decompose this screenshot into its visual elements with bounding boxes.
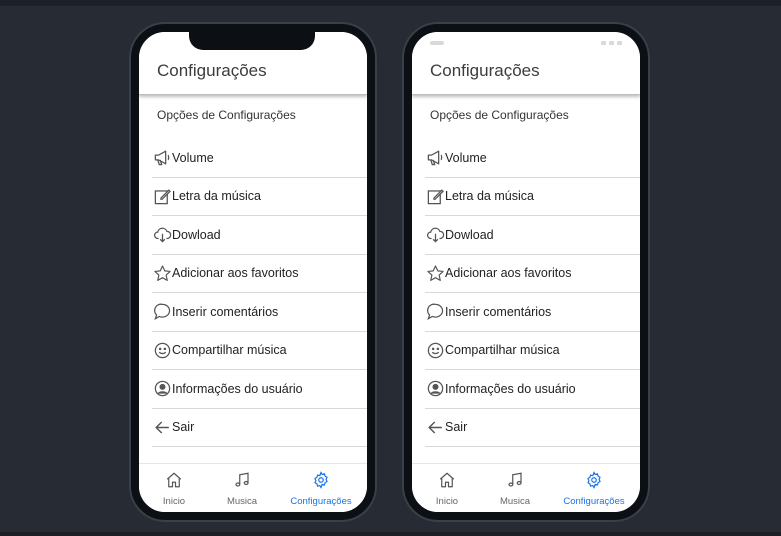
menu-item-label: Letra da música bbox=[445, 189, 534, 204]
smile-icon bbox=[425, 340, 445, 360]
top-band bbox=[0, 0, 781, 6]
tab-label: Musica bbox=[226, 496, 258, 507]
menu-item-user-info[interactable]: Informações do usuário bbox=[425, 370, 640, 409]
section-title: Opções de Configurações bbox=[157, 108, 296, 122]
cloud-download-icon bbox=[425, 225, 445, 245]
cloud-download-icon bbox=[152, 225, 172, 245]
home-icon bbox=[165, 471, 183, 494]
home-icon bbox=[438, 471, 456, 494]
menu-item-label: Inserir comentários bbox=[445, 304, 552, 319]
phone-notch bbox=[189, 32, 315, 50]
tab-inicio[interactable]: Inicio bbox=[139, 464, 209, 512]
page-title: Configurações bbox=[157, 61, 267, 80]
page-title: Configurações bbox=[430, 61, 540, 80]
menu-item-label: Sair bbox=[172, 420, 195, 435]
menu-item-label: Letra da música bbox=[172, 189, 261, 204]
edit-icon bbox=[425, 186, 445, 206]
bottom-tab-bar: Inicio Musica Configurações bbox=[139, 463, 367, 512]
arrow-left-icon bbox=[152, 417, 172, 437]
tab-musica[interactable]: Musica bbox=[482, 464, 548, 512]
status-indicator bbox=[430, 41, 444, 45]
user-circle-icon bbox=[425, 379, 445, 399]
bottom-tab-bar: Inicio Musica Configurações bbox=[412, 463, 640, 512]
tab-configuracoes[interactable]: Configurações bbox=[548, 464, 640, 512]
megaphone-icon bbox=[425, 148, 445, 168]
gear-icon bbox=[585, 471, 603, 494]
menu-item-label: Volume bbox=[172, 150, 214, 165]
menu-item-label: Adicionar aos favoritos bbox=[445, 266, 572, 281]
menu-item-volume[interactable]: Volume bbox=[425, 139, 640, 178]
menu-item-label: Compartilhar música bbox=[445, 343, 560, 358]
menu-item-label: Inserir comentários bbox=[172, 304, 279, 319]
menu-item-favorites[interactable]: Adicionar aos favoritos bbox=[152, 255, 367, 293]
gear-icon bbox=[312, 471, 330, 494]
settings-menu: Volume Letra da música Dowload Adicionar… bbox=[425, 139, 640, 447]
megaphone-icon bbox=[152, 148, 172, 168]
menu-item-comments[interactable]: Inserir comentários bbox=[425, 293, 640, 332]
menu-item-logout[interactable]: Sair bbox=[425, 409, 640, 447]
smile-icon bbox=[152, 340, 172, 360]
menu-item-user-info[interactable]: Informações do usuário bbox=[152, 370, 367, 409]
chat-bubble-icon bbox=[425, 302, 445, 322]
menu-item-comments[interactable]: Inserir comentários bbox=[152, 293, 367, 332]
tab-configuracoes[interactable]: Configurações bbox=[275, 464, 367, 512]
menu-item-download[interactable]: Dowload bbox=[425, 216, 640, 255]
edit-icon bbox=[152, 186, 172, 206]
menu-item-download[interactable]: Dowload bbox=[152, 216, 367, 255]
status-bar bbox=[412, 41, 640, 47]
arrow-left-icon bbox=[425, 417, 445, 437]
menu-item-label: Dowload bbox=[172, 227, 221, 242]
star-icon bbox=[425, 263, 445, 283]
tab-label: Inicio bbox=[162, 496, 186, 507]
menu-item-volume[interactable]: Volume bbox=[152, 139, 367, 178]
tab-label: Configurações bbox=[563, 496, 625, 507]
settings-menu: Volume Letra da música Dowload Adicionar… bbox=[152, 139, 367, 447]
menu-item-label: Compartilhar música bbox=[172, 343, 287, 358]
signal-icon bbox=[601, 41, 606, 45]
tab-label: Musica bbox=[499, 496, 531, 507]
music-note-icon bbox=[506, 471, 524, 494]
menu-item-label: Dowload bbox=[445, 227, 494, 242]
user-circle-icon bbox=[152, 379, 172, 399]
menu-item-lyrics[interactable]: Letra da música bbox=[425, 178, 640, 216]
menu-item-label: Informações do usuário bbox=[172, 381, 303, 396]
battery-icon bbox=[617, 41, 622, 45]
tab-label: Inicio bbox=[435, 496, 459, 507]
menu-item-favorites[interactable]: Adicionar aos favoritos bbox=[425, 255, 640, 293]
menu-item-label: Sair bbox=[445, 420, 468, 435]
phone-frame-plain: Configurações Opções de Configurações Vo… bbox=[404, 24, 648, 520]
menu-item-lyrics[interactable]: Letra da música bbox=[152, 178, 367, 216]
tab-inicio[interactable]: Inicio bbox=[412, 464, 482, 512]
section-title: Opções de Configurações bbox=[430, 108, 569, 122]
menu-item-share[interactable]: Compartilhar música bbox=[152, 332, 367, 370]
tab-musica[interactable]: Musica bbox=[209, 464, 275, 512]
bottom-band bbox=[0, 532, 781, 536]
menu-item-share[interactable]: Compartilhar música bbox=[425, 332, 640, 370]
star-icon bbox=[152, 263, 172, 283]
tab-label: Configurações bbox=[290, 496, 352, 507]
wifi-icon bbox=[609, 41, 614, 45]
menu-item-label: Informações do usuário bbox=[445, 381, 576, 396]
music-note-icon bbox=[233, 471, 251, 494]
chat-bubble-icon bbox=[152, 302, 172, 322]
menu-item-label: Volume bbox=[445, 150, 487, 165]
phone-frame-notch: Configurações Opções de Configurações Vo… bbox=[131, 24, 375, 520]
menu-item-label: Adicionar aos favoritos bbox=[172, 266, 299, 281]
menu-item-logout[interactable]: Sair bbox=[152, 409, 367, 447]
